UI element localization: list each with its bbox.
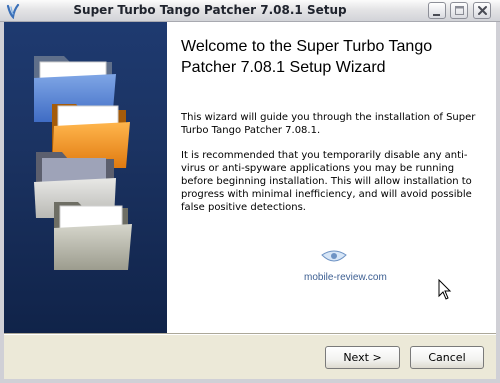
window-title: Super Turbo Tango Patcher 7.08.1 Setup — [73, 3, 347, 17]
next-button[interactable]: Next > — [325, 346, 400, 369]
recommendation-text: It is recommended that you temporarily d… — [181, 150, 472, 213]
welcome-heading: Welcome to the Super Turbo Tango Patcher… — [181, 38, 433, 76]
wizard-banner — [4, 22, 167, 333]
separator-line — [4, 333, 496, 335]
minimize-button[interactable] — [428, 2, 446, 19]
mouse-cursor-icon — [438, 279, 452, 300]
close-icon — [478, 6, 487, 15]
folders-illustration — [34, 56, 132, 270]
khaki-folder-icon — [54, 202, 132, 270]
watermark-logo-icon — [321, 250, 347, 262]
maximize-button[interactable] — [450, 2, 468, 19]
content-panel: Welcome to the Super Turbo Tango Patcher… — [167, 22, 496, 333]
setup-wizard-window: Super Turbo Tango Patcher 7.08.1 Setup W… — [0, 0, 500, 383]
window-frame-right — [496, 22, 500, 383]
close-button[interactable] — [473, 2, 491, 19]
minimize-icon — [433, 14, 440, 16]
window-frame-bottom — [0, 379, 500, 383]
maximize-icon — [455, 6, 464, 15]
title-bar[interactable]: Super Turbo Tango Patcher 7.08.1 Setup — [0, 0, 500, 22]
cancel-button[interactable]: Cancel — [410, 346, 484, 369]
watermark-text: mobile-review.com — [304, 272, 387, 283]
intro-text: This wizard will guide you through the i… — [181, 112, 476, 136]
